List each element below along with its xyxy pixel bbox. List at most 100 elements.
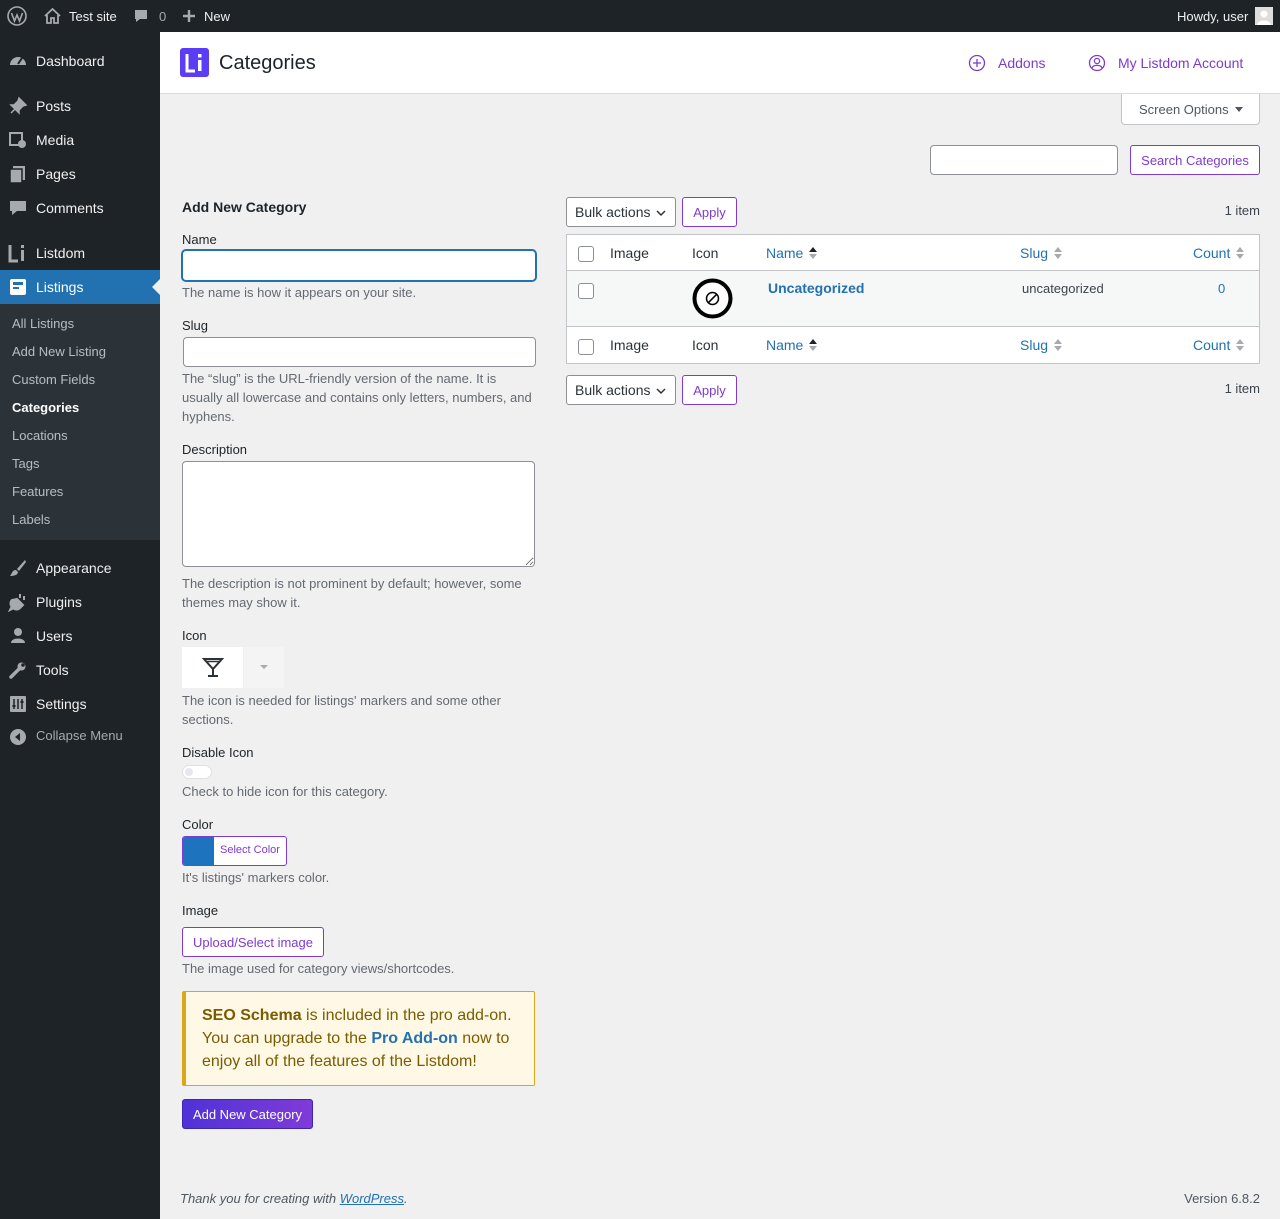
sidebar-item-appearance[interactable]: Appearance xyxy=(0,551,160,585)
pin-icon xyxy=(8,96,28,116)
column-count-label: Count xyxy=(1193,337,1231,353)
slug-description: The “slug” is the URL-friendly version o… xyxy=(182,371,532,424)
categories-table: Image Icon Name Slug Count Uncategorized… xyxy=(566,234,1260,364)
icon-picker[interactable] xyxy=(182,647,284,688)
upload-image-button[interactable]: Upload/Select image xyxy=(182,927,324,957)
sort-up-icon xyxy=(809,339,818,351)
sidebar-item-pages[interactable]: Pages xyxy=(0,157,160,191)
sidebar-item-plugins[interactable]: Plugins xyxy=(0,585,160,619)
cocktail-glass-icon[interactable] xyxy=(182,647,243,688)
caret-down-icon xyxy=(1235,107,1243,112)
footer-thanks: Thank you for creating with WordPress. xyxy=(180,1191,408,1206)
column-name-sort-footer[interactable]: Name xyxy=(766,337,818,353)
greeting: Howdy, user xyxy=(1177,8,1249,24)
category-slug: uncategorized xyxy=(1022,281,1104,296)
sidebar-item-dashboard[interactable]: Dashboard xyxy=(0,44,160,78)
pages-icon xyxy=(8,164,28,184)
screen-options-label: Screen Options xyxy=(1139,101,1229,117)
collapse-label: Collapse Menu xyxy=(36,728,123,743)
sidebar-item-listings[interactable]: Listings xyxy=(0,270,160,304)
submenu-all-listings[interactable]: All Listings xyxy=(12,316,74,331)
form-heading: Add New Category xyxy=(182,199,307,215)
apply-button-bottom[interactable]: Apply xyxy=(682,375,737,405)
account-icon xyxy=(1088,54,1106,72)
submenu-categories[interactable]: Categories xyxy=(12,400,79,415)
new-content-link[interactable]: New xyxy=(182,0,230,32)
home-icon xyxy=(44,8,61,24)
bulk-actions-label: Bulk actions xyxy=(575,204,651,220)
items-count-bottom: 1 item xyxy=(1224,381,1260,396)
category-name-link[interactable]: Uncategorized xyxy=(768,280,864,296)
account-label: My Listdom Account xyxy=(1118,55,1244,71)
footer-version: Version 6.8.2 xyxy=(1184,1191,1260,1206)
select-color-button[interactable]: Select Color xyxy=(182,836,287,866)
collapse-icon xyxy=(10,729,26,745)
submenu-labels[interactable]: Labels xyxy=(12,512,50,527)
column-name-sort[interactable]: Name xyxy=(766,245,818,261)
description-field[interactable] xyxy=(182,461,535,567)
sidebar-item-comments[interactable]: Comments xyxy=(0,191,160,225)
column-count-sort[interactable]: Count xyxy=(1193,245,1245,261)
submenu-add-new-listing[interactable]: Add New Listing xyxy=(12,344,106,359)
sidebar-item-posts[interactable]: Posts xyxy=(0,89,160,123)
column-slug-sort[interactable]: Slug xyxy=(1020,245,1063,261)
media-icon xyxy=(8,130,28,150)
select-all-checkbox[interactable] xyxy=(578,246,594,262)
site-name: Test site xyxy=(69,8,117,24)
sort-icon xyxy=(1054,247,1063,259)
search-categories-button[interactable]: Search Categories xyxy=(1130,145,1260,175)
listings-icon xyxy=(8,277,28,297)
wordpress-logo-icon[interactable] xyxy=(7,0,27,32)
addons-link[interactable]: Addons xyxy=(968,54,1045,72)
my-account-link[interactable]: Howdy, user xyxy=(1177,0,1274,32)
apply-button-top[interactable]: Apply xyxy=(682,197,737,227)
select-all-checkbox-bottom[interactable] xyxy=(578,339,594,355)
sidebar-item-listdom[interactable]: Listdom xyxy=(0,236,160,270)
row-checkbox[interactable] xyxy=(578,283,594,299)
plugin-icon xyxy=(8,592,28,612)
add-new-category-button[interactable]: Add New Category xyxy=(182,1099,313,1129)
color-description: It's listings' markers color. xyxy=(182,870,330,885)
collapse-menu-button[interactable]: Collapse Menu xyxy=(0,724,160,750)
sidebar-item-media[interactable]: Media xyxy=(0,123,160,157)
column-name-label: Name xyxy=(766,337,804,353)
listdom-logo-icon xyxy=(180,48,209,77)
disable-icon-toggle[interactable] xyxy=(182,765,212,779)
color-swatch xyxy=(183,837,214,865)
sort-icon xyxy=(1236,339,1245,351)
select-color-label: Select Color xyxy=(220,844,280,856)
column-name-label: Name xyxy=(766,245,804,261)
column-slug-sort-footer[interactable]: Slug xyxy=(1020,337,1063,353)
icon-dropdown-toggle[interactable] xyxy=(244,647,284,688)
name-label: Name xyxy=(182,232,217,247)
bulk-actions-select-top[interactable]: Bulk actions xyxy=(566,197,676,227)
pro-addon-link[interactable]: Pro Add-on xyxy=(371,1030,458,1047)
new-label: New xyxy=(204,8,231,24)
my-listdom-account-link[interactable]: My Listdom Account xyxy=(1088,54,1243,72)
submenu-locations[interactable]: Locations xyxy=(12,428,68,443)
sidebar-item-users[interactable]: Users xyxy=(0,619,160,653)
site-name-link[interactable]: Test site xyxy=(44,0,117,32)
column-count-sort-footer[interactable]: Count xyxy=(1193,337,1245,353)
chevron-down-icon xyxy=(655,207,667,219)
name-field[interactable] xyxy=(182,250,536,281)
sidebar-item-tools[interactable]: Tools xyxy=(0,653,160,687)
table-header-row: Image Icon Name Slug Count xyxy=(567,235,1259,270)
toggle-knob xyxy=(185,768,193,776)
comments-link[interactable]: 0 xyxy=(133,0,166,32)
comment-icon xyxy=(133,8,149,24)
wordpress-link[interactable]: WordPress xyxy=(340,1191,404,1206)
sidebar-item-settings[interactable]: Settings xyxy=(0,687,160,721)
search-input[interactable] xyxy=(930,145,1118,175)
column-icon-footer: Icon xyxy=(692,337,719,353)
screen-options-button[interactable]: Screen Options xyxy=(1121,94,1260,125)
slug-field[interactable] xyxy=(183,337,536,367)
submenu-custom-fields[interactable]: Custom Fields xyxy=(12,372,95,387)
ban-icon xyxy=(692,278,733,319)
bulk-actions-select-bottom[interactable]: Bulk actions xyxy=(566,375,676,405)
category-count-link[interactable]: 0 xyxy=(1218,281,1225,296)
submenu-tags[interactable]: Tags xyxy=(12,456,39,471)
plus-circle-icon xyxy=(968,54,986,72)
submenu-features[interactable]: Features xyxy=(12,484,63,499)
admin-bar: Test site 0 New Howdy, user xyxy=(0,0,1280,32)
